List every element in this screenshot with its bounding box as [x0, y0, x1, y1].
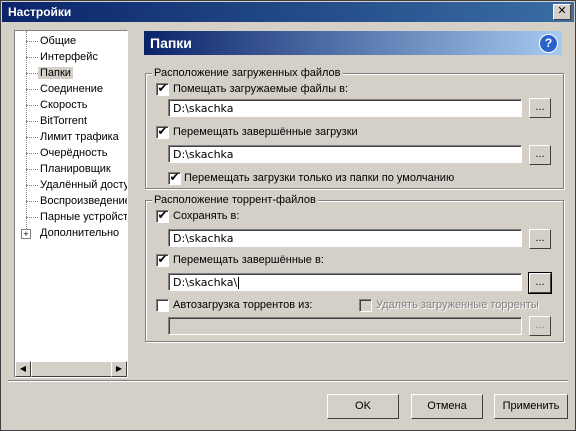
- expand-icon[interactable]: +: [21, 229, 31, 239]
- tree-item[interactable]: Планировщик: [15, 161, 127, 177]
- torrent-move-completed-path-field[interactable]: D:\skachka\: [168, 273, 522, 291]
- scroll-left-icon[interactable]: ◀: [15, 361, 31, 377]
- tree-horizontal-scrollbar[interactable]: ◀ ▶: [15, 361, 127, 377]
- tree-item-label: Удалённый доступ: [40, 179, 128, 191]
- tree-connector: [26, 105, 38, 106]
- autoload-label: Автозагрузка торрентов из:: [173, 299, 313, 311]
- close-icon[interactable]: ✕: [553, 4, 571, 20]
- only-default-label: Перемещать загрузки только из папки по у…: [184, 172, 455, 184]
- move-completed-path-field[interactable]: D:\skachka: [168, 145, 522, 163]
- title-bar: Настройки ✕: [2, 2, 574, 22]
- window-title: Настройки: [8, 5, 72, 19]
- move-completed-checkbox[interactable]: ✔: [156, 124, 169, 139]
- tree-item[interactable]: Лимит трафика: [15, 129, 127, 145]
- autoload-path-field[interactable]: [168, 317, 522, 335]
- tree-item[interactable]: Интерфейс: [15, 49, 127, 65]
- put-in-browse-button[interactable]: ...: [529, 98, 551, 118]
- autoload-browse-button[interactable]: ...: [529, 316, 551, 336]
- move-completed-browse-button[interactable]: ...: [529, 145, 551, 165]
- tree-item-label: Очерёдность: [40, 147, 108, 159]
- only-default-checkbox[interactable]: ✔: [168, 170, 181, 185]
- ok-button[interactable]: OK: [327, 394, 399, 419]
- panel-title: Папки: [150, 35, 192, 51]
- tree-item[interactable]: Очерёдность: [15, 145, 127, 161]
- tree-item-label: Лимит трафика: [40, 131, 119, 143]
- save-in-browse-button[interactable]: ...: [529, 229, 551, 249]
- tree-item[interactable]: Соединение: [15, 81, 127, 97]
- torrent-move-completed-label: Перемещать завершённые в:: [173, 254, 324, 266]
- panel-header: Папки ?: [144, 31, 562, 55]
- tree-item[interactable]: Удалённый доступ: [15, 177, 127, 193]
- checkmark-icon: ✔: [157, 124, 168, 138]
- put-in-label: Помещать загружаемые файлы в:: [173, 83, 349, 95]
- tree-connector: [26, 153, 38, 154]
- tree-connector: [26, 169, 38, 170]
- downloads-group-legend: Расположение загруженных файлов: [152, 67, 343, 80]
- tree-item[interactable]: Воспроизведение: [15, 193, 127, 209]
- tree-connector: [26, 201, 38, 202]
- apply-button[interactable]: Применить: [494, 394, 568, 419]
- tree-item[interactable]: Общие: [15, 33, 127, 49]
- scroll-thumb[interactable]: [31, 361, 113, 377]
- save-in-checkbox[interactable]: ✔: [156, 208, 169, 223]
- tree-connector: [26, 185, 38, 186]
- checkmark-icon: ✔: [157, 208, 168, 222]
- save-in-label: Сохранять в:: [173, 210, 240, 222]
- tree-item-label: Папки: [38, 67, 73, 79]
- tree-connector: [26, 57, 38, 58]
- tree-connector: [26, 121, 38, 122]
- torrents-group-legend: Расположение торрент-файлов: [152, 194, 318, 207]
- tree-item[interactable]: Скорость: [15, 97, 127, 113]
- scroll-right-icon[interactable]: ▶: [111, 361, 127, 377]
- bottom-separator: [8, 380, 568, 382]
- delete-loaded-label: Удалять загруженные торренты: [376, 299, 539, 311]
- tree-item-label: Воспроизведение: [40, 195, 128, 207]
- put-in-path-field[interactable]: D:\skachka: [168, 99, 522, 117]
- tree-item-label: BitTorrent: [40, 115, 88, 127]
- tree-item-label: Дополнительно: [40, 227, 120, 239]
- tree-item-label: Соединение: [40, 83, 104, 95]
- tree-item[interactable]: BitTorrent: [15, 113, 127, 129]
- save-in-path-field[interactable]: D:\skachka: [168, 229, 522, 247]
- cancel-button[interactable]: Отмена: [411, 394, 483, 419]
- delete-loaded-checkbox[interactable]: [359, 299, 372, 312]
- tree-connector: [26, 137, 38, 138]
- tree-list: Общие Интерфейс Папки Соединение Скорость Bit…: [15, 31, 127, 241]
- checkmark-icon: ✔: [157, 252, 168, 266]
- tree-item[interactable]: Папки: [15, 65, 127, 81]
- move-completed-label: Перемещать завершённые загрузки: [173, 126, 358, 138]
- tree-item-label: Парные устройства: [40, 211, 128, 223]
- checkmark-icon: ✔: [169, 170, 180, 184]
- checkmark-icon: ✔: [157, 81, 168, 95]
- tree-item[interactable]: + Дополнительно: [15, 225, 127, 241]
- tree-connector: [26, 89, 38, 90]
- torrent-move-completed-checkbox[interactable]: ✔: [156, 252, 169, 267]
- settings-tree: Общие Интерфейс Папки Соединение Скорость Bit…: [14, 30, 128, 378]
- tree-connector: [26, 217, 38, 218]
- torrent-move-completed-browse-button[interactable]: ...: [528, 272, 552, 294]
- tree-item-label: Скорость: [40, 99, 88, 111]
- tree-item-label: Общие: [40, 35, 77, 47]
- tree-item-label: Планировщик: [40, 163, 111, 175]
- tree-connector: [26, 73, 38, 74]
- help-icon[interactable]: ?: [539, 34, 558, 53]
- tree-connector: [26, 41, 38, 42]
- autoload-checkbox[interactable]: [156, 299, 169, 312]
- tree-item-label: Интерфейс: [40, 51, 98, 63]
- put-in-checkbox[interactable]: ✔: [156, 81, 169, 96]
- tree-item[interactable]: Парные устройства: [15, 209, 127, 225]
